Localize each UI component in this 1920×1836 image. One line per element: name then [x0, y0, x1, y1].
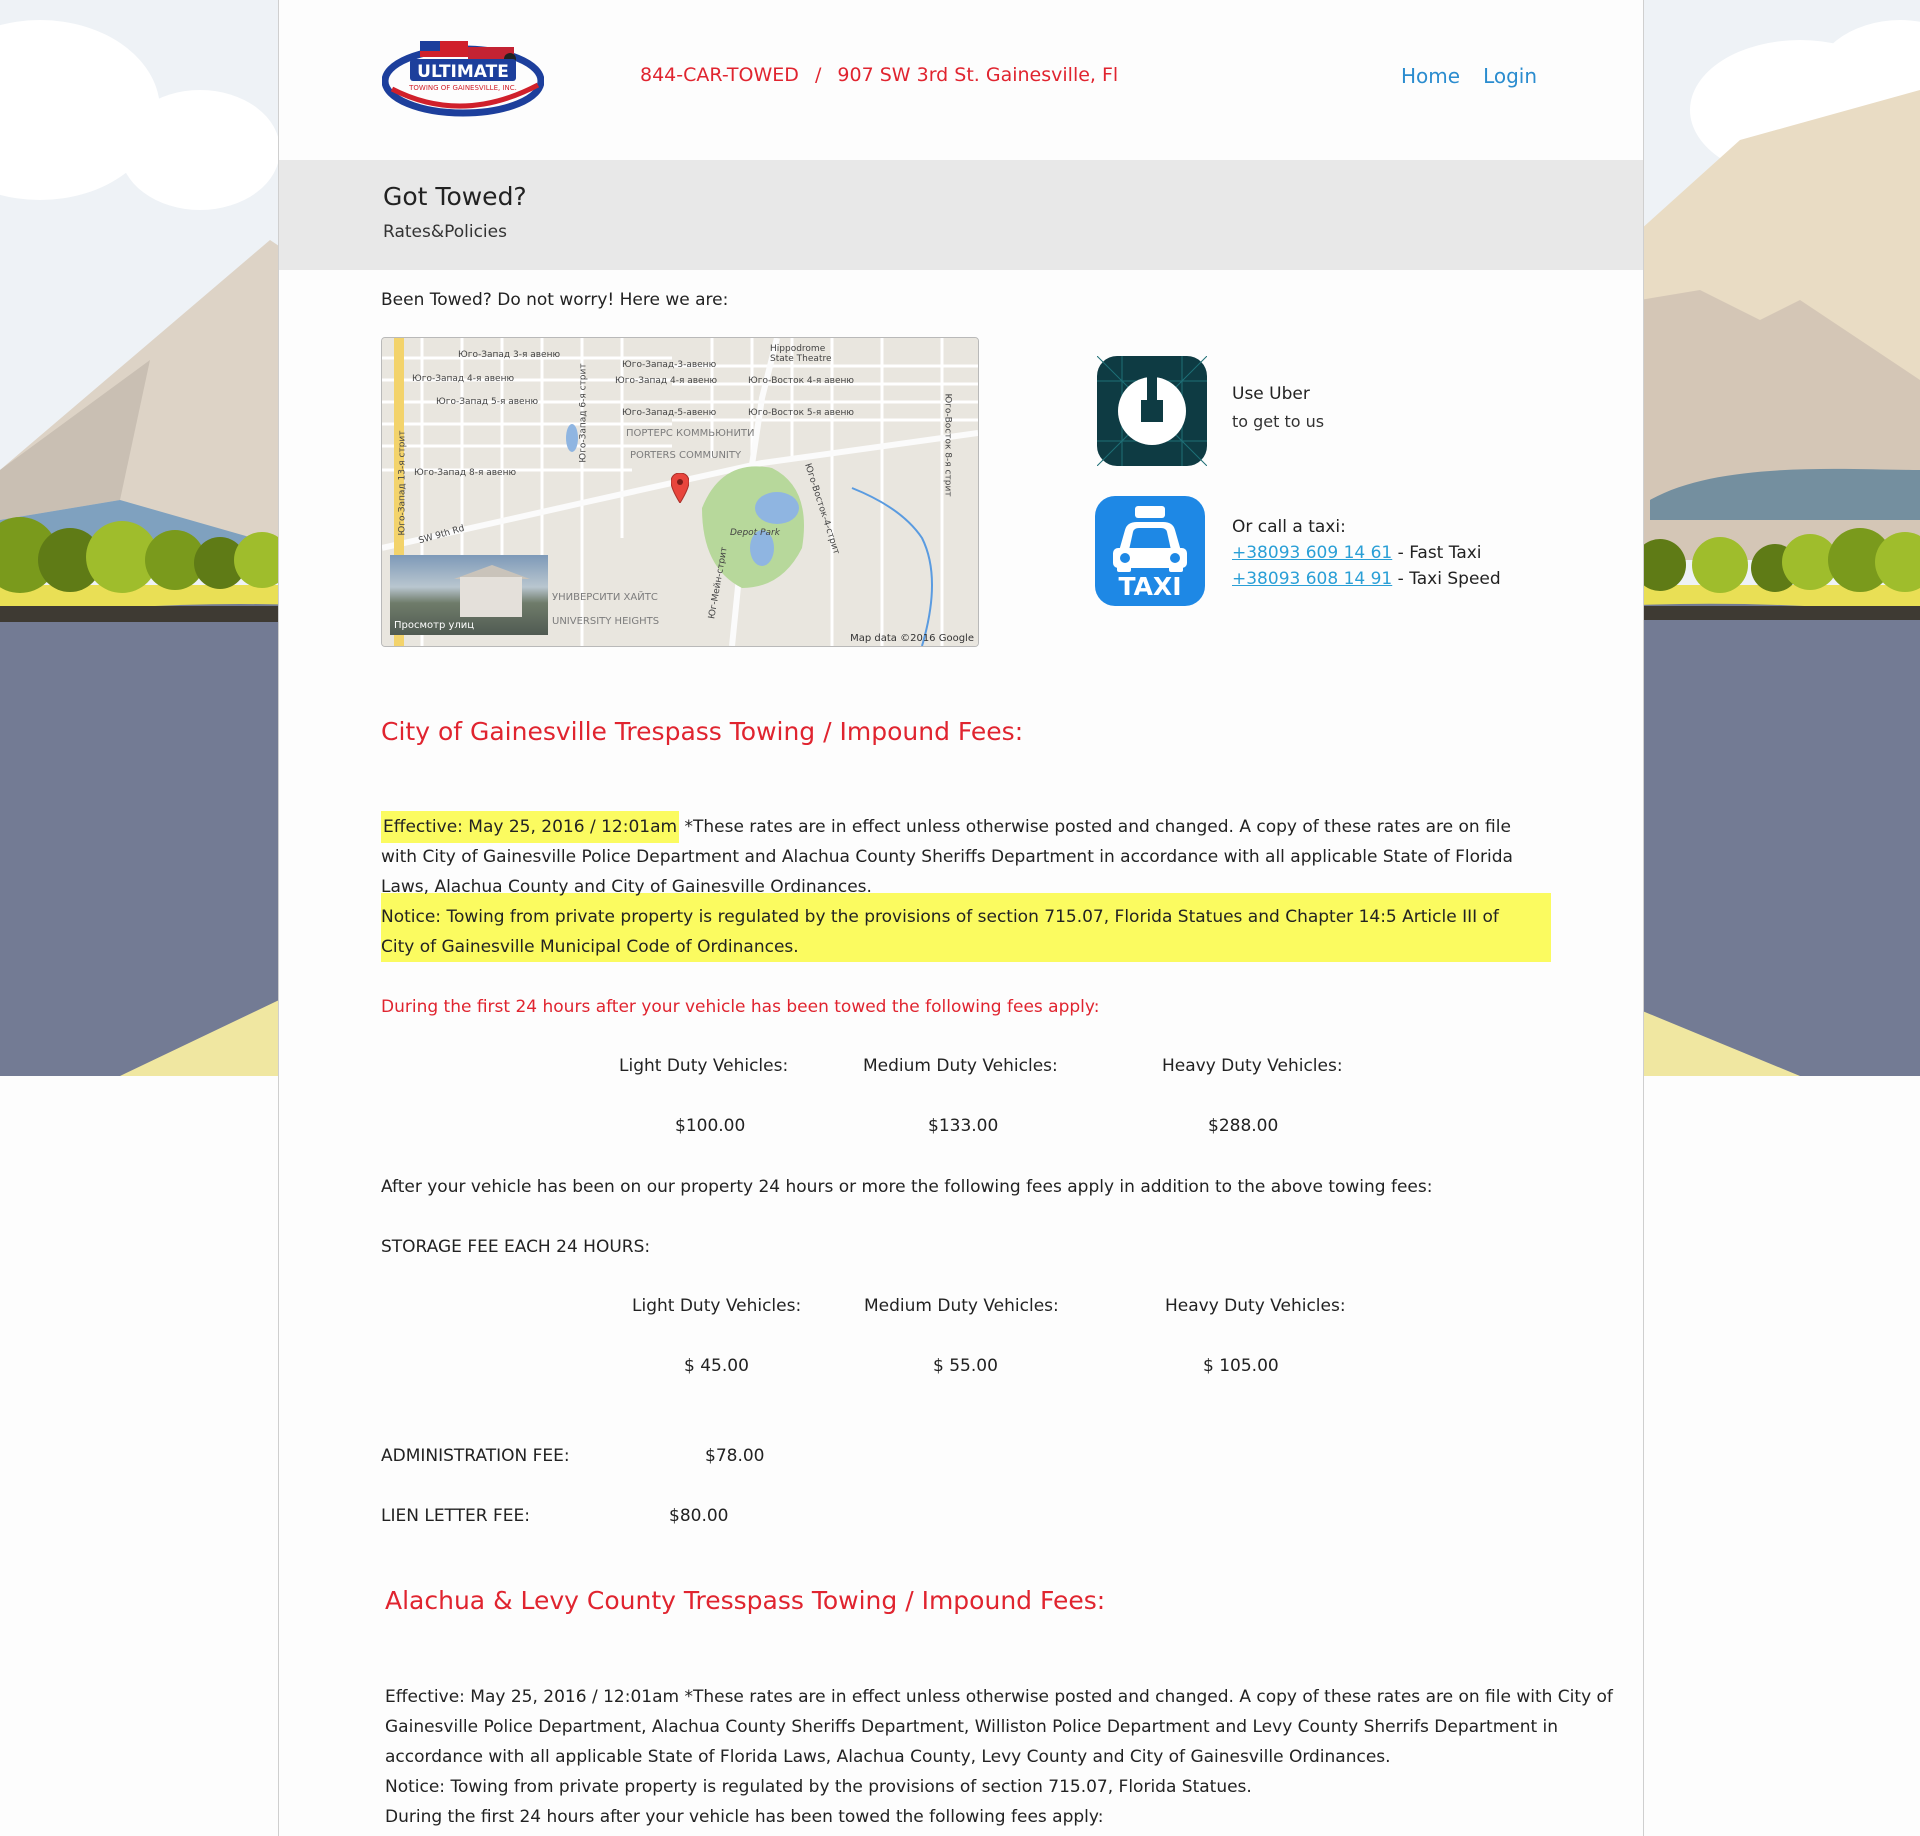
uber-app-icon[interactable]	[1096, 355, 1208, 467]
effective-line-2: with City of Gainesville Police Departme…	[381, 847, 1513, 867]
tow-value-light: $100.00	[675, 1116, 746, 1136]
taxi-phone-link[interactable]: +38093 608 14 91	[1232, 569, 1392, 589]
storage-header-heavy: Heavy Duty Vehicles:	[1165, 1296, 1346, 1316]
after-24-hours-text: After your vehicle has been on our prope…	[381, 1177, 1433, 1197]
storage-value-light: $ 45.00	[684, 1356, 749, 1376]
alachua-line-2: Gainesville Police Department, Alachua C…	[385, 1717, 1559, 1737]
nav-home-link[interactable]: Home	[1401, 64, 1460, 88]
uber-text: Use Uber to get to us	[1232, 384, 1324, 431]
map-label: Юго-Восток 5-я авеню	[748, 408, 854, 418]
uber-title: Use Uber	[1232, 384, 1310, 404]
map-label: Юго-Запад 4-я авеню	[615, 376, 718, 386]
map-label: Depot Park	[730, 528, 780, 538]
taxi-service-name: - Taxi Speed	[1392, 569, 1501, 589]
intro-text: Been Towed? Do not worry! Here we are:	[381, 290, 729, 310]
page-title: Got Towed?	[383, 182, 527, 211]
map-label: Юго-Запад 6-я стрит	[578, 363, 589, 463]
notice-line-2: City of Gainesville Municipal Code of Or…	[381, 937, 799, 957]
uber-subtitle: to get to us	[1232, 412, 1325, 431]
page-banner: Got Towed? Rates&Policies	[279, 160, 1643, 270]
phone-number[interactable]: 844-CAR-TOWED	[640, 64, 799, 86]
storage-value-heavy: $ 105.00	[1203, 1356, 1279, 1376]
map-label: UNIVERSITY HEIGHTS	[552, 616, 660, 627]
taxi-phone-row: +38093 608 14 91 - Taxi Speed	[1232, 566, 1501, 592]
street-view-thumbnail[interactable]: Просмотр улиц	[390, 555, 548, 635]
storage-header-medium: Medium Duty Vehicles:	[864, 1296, 1059, 1316]
tow-header-medium: Medium Duty Vehicles:	[863, 1056, 1058, 1076]
alachua-line-4: Notice: Towing from private property is …	[385, 1777, 1252, 1797]
map-label: УНИВЕРСИТИ ХАЙТС	[552, 592, 658, 603]
gainesville-fees-heading: City of Gainesville Trespass Towing / Im…	[381, 717, 1024, 746]
street-address: 907 SW 3rd St. Gainesville, Fl	[837, 64, 1119, 86]
taxi-icon-text: TAXI	[1118, 572, 1182, 601]
taxi-app-icon[interactable]: TAXI	[1095, 496, 1205, 606]
taxi-service-name: - Fast Taxi	[1392, 543, 1482, 563]
map-label: Юго-Запад-3-авеню	[622, 360, 717, 370]
page-container: ULTIMATE TOWING OF GAINESVILLE, INC. 844…	[278, 0, 1644, 1836]
svg-text:TOWING OF GAINESVILLE, INC.: TOWING OF GAINESVILLE, INC.	[408, 84, 517, 92]
main-nav: Home Login	[1401, 64, 1537, 88]
alachua-line-5: During the first 24 hours after your veh…	[385, 1807, 1104, 1827]
lien-fee-value: $80.00	[669, 1506, 729, 1526]
first-24-hours-text: During the first 24 hours after your veh…	[381, 997, 1100, 1017]
contact-separator: /	[814, 64, 822, 86]
tow-value-heavy: $288.00	[1208, 1116, 1279, 1136]
page-subtitle: Rates&Policies	[383, 222, 507, 242]
effective-line-3: Laws, Alachua County and City of Gainesv…	[381, 877, 872, 897]
effective-text: *These rates are in effect unless otherw…	[679, 817, 1511, 837]
admin-fee-label: ADMINISTRATION FEE:	[381, 1446, 570, 1466]
storage-header-light: Light Duty Vehicles:	[632, 1296, 802, 1316]
storage-fee-label: STORAGE FEE EACH 24 HOURS:	[381, 1237, 651, 1257]
company-logo[interactable]: ULTIMATE TOWING OF GAINESVILLE, INC.	[382, 37, 544, 117]
map-label: ПОРТЕРС КОММЬЮНИТИ	[626, 428, 755, 439]
tow-value-medium: $133.00	[928, 1116, 999, 1136]
map-label: Юго-Восток 4-я авеню	[748, 376, 854, 386]
location-map[interactable]: Юго-Запад 3-я авеню Юго-Запад 4-я авеню …	[381, 337, 979, 647]
alachua-line-3: accordance with all applicable State of …	[385, 1747, 1391, 1767]
effective-line: Effective: May 25, 2016 / 12:01am *These…	[381, 811, 1513, 843]
effective-date-highlight: Effective: May 25, 2016 / 12:01am	[381, 811, 680, 843]
tow-header-heavy: Heavy Duty Vehicles:	[1162, 1056, 1343, 1076]
site-header: ULTIMATE TOWING OF GAINESVILLE, INC. 844…	[279, 0, 1643, 160]
lien-fee-label: LIEN LETTER FEE:	[381, 1506, 530, 1526]
gainesville-effective-paragraph: Effective: May 25, 2016 / 12:01am *These…	[381, 811, 1513, 962]
admin-fee-value: $78.00	[705, 1446, 765, 1466]
map-credit: Map data ©2016 Google	[850, 633, 974, 644]
taxi-phone-link[interactable]: +38093 609 14 61	[1232, 543, 1392, 563]
alachua-line-1: Effective: May 25, 2016 / 12:01am *These…	[385, 1687, 1613, 1707]
header-contact: 844-CAR-TOWED / 907 SW 3rd St. Gainesvil…	[640, 64, 1118, 86]
notice-line-1: Notice: Towing from private property is …	[381, 907, 1499, 927]
map-label: Юго-Восток 8-я стрит	[942, 393, 953, 497]
alachua-fees-heading: Alachua & Levy County Tresspass Towing /…	[385, 1586, 1106, 1615]
house-image	[460, 577, 522, 617]
map-label: Юго-Запад 4-я авеню	[412, 374, 515, 384]
map-pin-icon[interactable]	[671, 473, 689, 503]
svg-text:ULTIMATE: ULTIMATE	[417, 62, 509, 82]
map-label: Юго-Запад 13-я стрит	[397, 430, 408, 536]
nav-login-link[interactable]: Login	[1483, 64, 1537, 88]
map-label: Юго-Запад 5-я авеню	[436, 397, 539, 407]
map-label: Hippodrome State Theatre	[770, 344, 832, 364]
map-label: PORTERS COMMUNITY	[630, 450, 742, 461]
taxi-text: Or call a taxi: +38093 609 14 61 - Fast …	[1232, 514, 1501, 592]
map-label: Юго-Запад-5-авеню	[622, 408, 717, 418]
map-label: Юго-Запад 8-я авеню	[414, 468, 517, 478]
taxi-title: Or call a taxi:	[1232, 517, 1346, 537]
storage-value-medium: $ 55.00	[933, 1356, 998, 1376]
map-label: Юго-Запад 3-я авеню	[458, 350, 561, 360]
tow-header-light: Light Duty Vehicles:	[619, 1056, 789, 1076]
taxi-phone-row: +38093 609 14 61 - Fast Taxi	[1232, 540, 1501, 566]
alachua-paragraph: Effective: May 25, 2016 / 12:01am *These…	[385, 1682, 1613, 1832]
street-view-label: Просмотр улиц	[394, 620, 475, 631]
